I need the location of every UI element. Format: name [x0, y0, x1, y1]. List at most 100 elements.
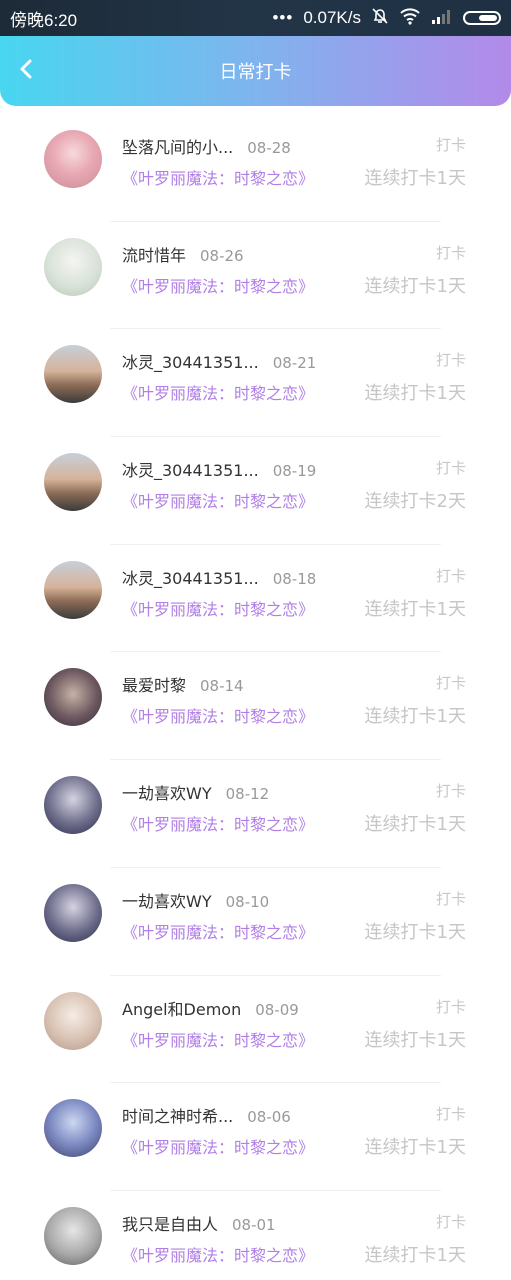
checkin-row[interactable]: 最爱时黎 08-14 《叶罗丽魔法：时黎之恋》 打卡 连续打卡1天	[0, 660, 511, 768]
page-title: 日常打卡	[219, 62, 292, 83]
checkin-row[interactable]: 冰灵_30441351... 08-18 《叶罗丽魔法：时黎之恋》 打卡 连续打…	[0, 553, 511, 661]
game-title[interactable]: 《叶罗丽魔法：时黎之恋》	[122, 1242, 314, 1266]
user-name[interactable]: 冰灵_30441351...	[122, 349, 259, 373]
row-divider	[110, 328, 441, 330]
checkin-row[interactable]: 一劫喜欢WY 08-12 《叶罗丽魔法：时黎之恋》 打卡 连续打卡1天	[0, 768, 511, 876]
user-name[interactable]: 冰灵_30441351...	[122, 457, 259, 481]
checkin-date: 08-18	[272, 569, 317, 588]
row-divider	[110, 436, 441, 438]
game-title[interactable]: 《叶罗丽魔法：时黎之恋》	[122, 596, 314, 620]
avatar[interactable]	[44, 237, 102, 296]
checkin-row[interactable]: 坠落凡间的小... 08-28 《叶罗丽魔法：时黎之恋》 打卡 连续打卡1天	[0, 122, 511, 230]
avatar-image	[44, 1206, 102, 1265]
avatar[interactable]	[44, 668, 102, 727]
back-button[interactable]	[14, 58, 38, 84]
streak-text: 连续打卡1天	[364, 1244, 466, 1266]
row-divider	[110, 759, 441, 761]
avatar-image	[44, 668, 102, 727]
chevron-left-icon	[18, 58, 34, 84]
name-line: Angel和Demon 08-09	[122, 996, 299, 1020]
avatar-image	[44, 560, 102, 619]
game-title[interactable]: 《叶罗丽魔法：时黎之恋》	[122, 380, 314, 404]
checkin-badge: 打卡	[435, 1212, 466, 1231]
name-line: 最爱时黎 08-14	[122, 672, 244, 696]
game-title[interactable]: 《叶罗丽魔法：时黎之恋》	[122, 1027, 314, 1051]
user-name[interactable]: 坠落凡间的小...	[122, 134, 233, 158]
user-name[interactable]: 流时惜年	[122, 242, 186, 266]
checkin-row[interactable]: 冰灵_30441351... 08-19 《叶罗丽魔法：时黎之恋》 打卡 连续打…	[0, 445, 511, 553]
checkin-date: 08-28	[247, 139, 291, 157]
checkin-badge: 打卡	[435, 782, 466, 801]
avatar[interactable]	[44, 883, 102, 942]
avatar[interactable]	[44, 991, 102, 1050]
checkin-row[interactable]: 我只是自由人 08-01 《叶罗丽魔法：时黎之恋》 打卡 连续打卡1天	[0, 1199, 511, 1280]
avatar-image	[44, 991, 102, 1050]
user-name[interactable]: 冰灵_30441351...	[122, 565, 259, 589]
checkin-row[interactable]: 流时惜年 08-26 《叶罗丽魔法：时黎之恋》 打卡 连续打卡1天	[0, 230, 511, 338]
checkin-badge: 打卡	[435, 243, 466, 262]
avatar-image	[44, 345, 102, 404]
user-name[interactable]: 一劫喜欢WY	[122, 888, 212, 912]
row-divider	[110, 866, 441, 868]
game-title[interactable]: 《叶罗丽魔法：时黎之恋》	[122, 811, 314, 835]
streak-text: 连续打卡2天	[364, 491, 466, 513]
checkin-row[interactable]: Angel和Demon 08-09 《叶罗丽魔法：时黎之恋》 打卡 连续打卡1天	[0, 984, 511, 1092]
user-name[interactable]: 我只是自由人	[122, 1211, 218, 1235]
name-line: 冰灵_30441351... 08-21	[122, 349, 316, 373]
checkin-row[interactable]: 时间之神时希... 08-06 《叶罗丽魔法：时黎之恋》 打卡 连续打卡1天	[0, 1091, 511, 1199]
streak-text: 连续打卡1天	[364, 1137, 466, 1159]
status-time: 傍晚6:20	[10, 10, 78, 30]
avatar[interactable]	[44, 130, 102, 188]
avatar[interactable]	[44, 453, 102, 512]
game-title[interactable]: 《叶罗丽魔法：时黎之恋》	[122, 488, 314, 512]
checkin-badge: 打卡	[435, 351, 466, 370]
row-divider	[110, 1189, 441, 1191]
name-line: 坠落凡间的小... 08-28	[122, 134, 291, 158]
row-divider	[110, 974, 441, 976]
name-line: 一劫喜欢WY 08-12	[122, 780, 269, 804]
streak-text: 连续打卡1天	[364, 814, 466, 836]
checkin-badge: 打卡	[435, 136, 466, 154]
row-divider	[110, 1082, 441, 1084]
row-divider	[110, 651, 441, 653]
name-line: 一劫喜欢WY 08-10	[122, 888, 269, 912]
user-name[interactable]: 一劫喜欢WY	[122, 780, 212, 804]
user-name[interactable]: 最爱时黎	[122, 672, 186, 696]
name-line: 冰灵_30441351... 08-19	[122, 457, 316, 481]
game-title[interactable]: 《叶罗丽魔法：时黎之恋》	[122, 919, 314, 943]
signal-icon	[431, 8, 453, 29]
checkin-date: 08-09	[255, 1000, 299, 1019]
avatar[interactable]	[44, 560, 102, 619]
avatar[interactable]	[44, 1099, 102, 1158]
streak-text: 连续打卡1天	[364, 706, 466, 728]
checkin-badge: 打卡	[435, 674, 466, 693]
name-line: 时间之神时希... 08-06	[122, 1103, 291, 1127]
checkin-date: 08-26	[200, 246, 244, 265]
avatar-image	[44, 883, 102, 942]
row-divider	[110, 543, 441, 545]
checkin-badge: 打卡	[435, 997, 466, 1016]
checkin-row[interactable]: 冰灵_30441351... 08-21 《叶罗丽魔法：时黎之恋》 打卡 连续打…	[0, 337, 511, 445]
avatar[interactable]	[44, 345, 102, 404]
user-name[interactable]: Angel和Demon	[122, 996, 241, 1020]
game-title[interactable]: 《叶罗丽魔法：时黎之恋》	[122, 273, 314, 297]
game-title[interactable]: 《叶罗丽魔法：时黎之恋》	[122, 1134, 314, 1158]
streak-text: 连续打卡1天	[364, 275, 466, 297]
streak-text: 连续打卡1天	[364, 168, 466, 189]
game-title[interactable]: 《叶罗丽魔法：时黎之恋》	[122, 703, 314, 727]
avatar-image	[44, 453, 102, 512]
checkin-date: 08-19	[272, 462, 317, 481]
user-name[interactable]: 时间之神时希...	[122, 1103, 233, 1127]
checkin-date: 08-01	[232, 1215, 276, 1234]
avatar[interactable]	[44, 1206, 102, 1265]
checkin-row[interactable]: 一劫喜欢WY 08-10 《叶罗丽魔法：时黎之恋》 打卡 连续打卡1天	[0, 876, 511, 984]
game-title[interactable]: 《叶罗丽魔法：时黎之恋》	[122, 165, 314, 189]
mute-bell-icon	[371, 7, 389, 30]
avatar[interactable]	[44, 776, 102, 835]
wifi-icon	[399, 7, 421, 30]
name-line: 流时惜年 08-26	[122, 242, 244, 266]
checkin-date: 08-14	[200, 677, 244, 696]
streak-text: 连续打卡1天	[364, 598, 466, 620]
name-line: 我只是自由人 08-01	[122, 1211, 276, 1235]
header-bar: 日常打卡	[0, 36, 511, 106]
